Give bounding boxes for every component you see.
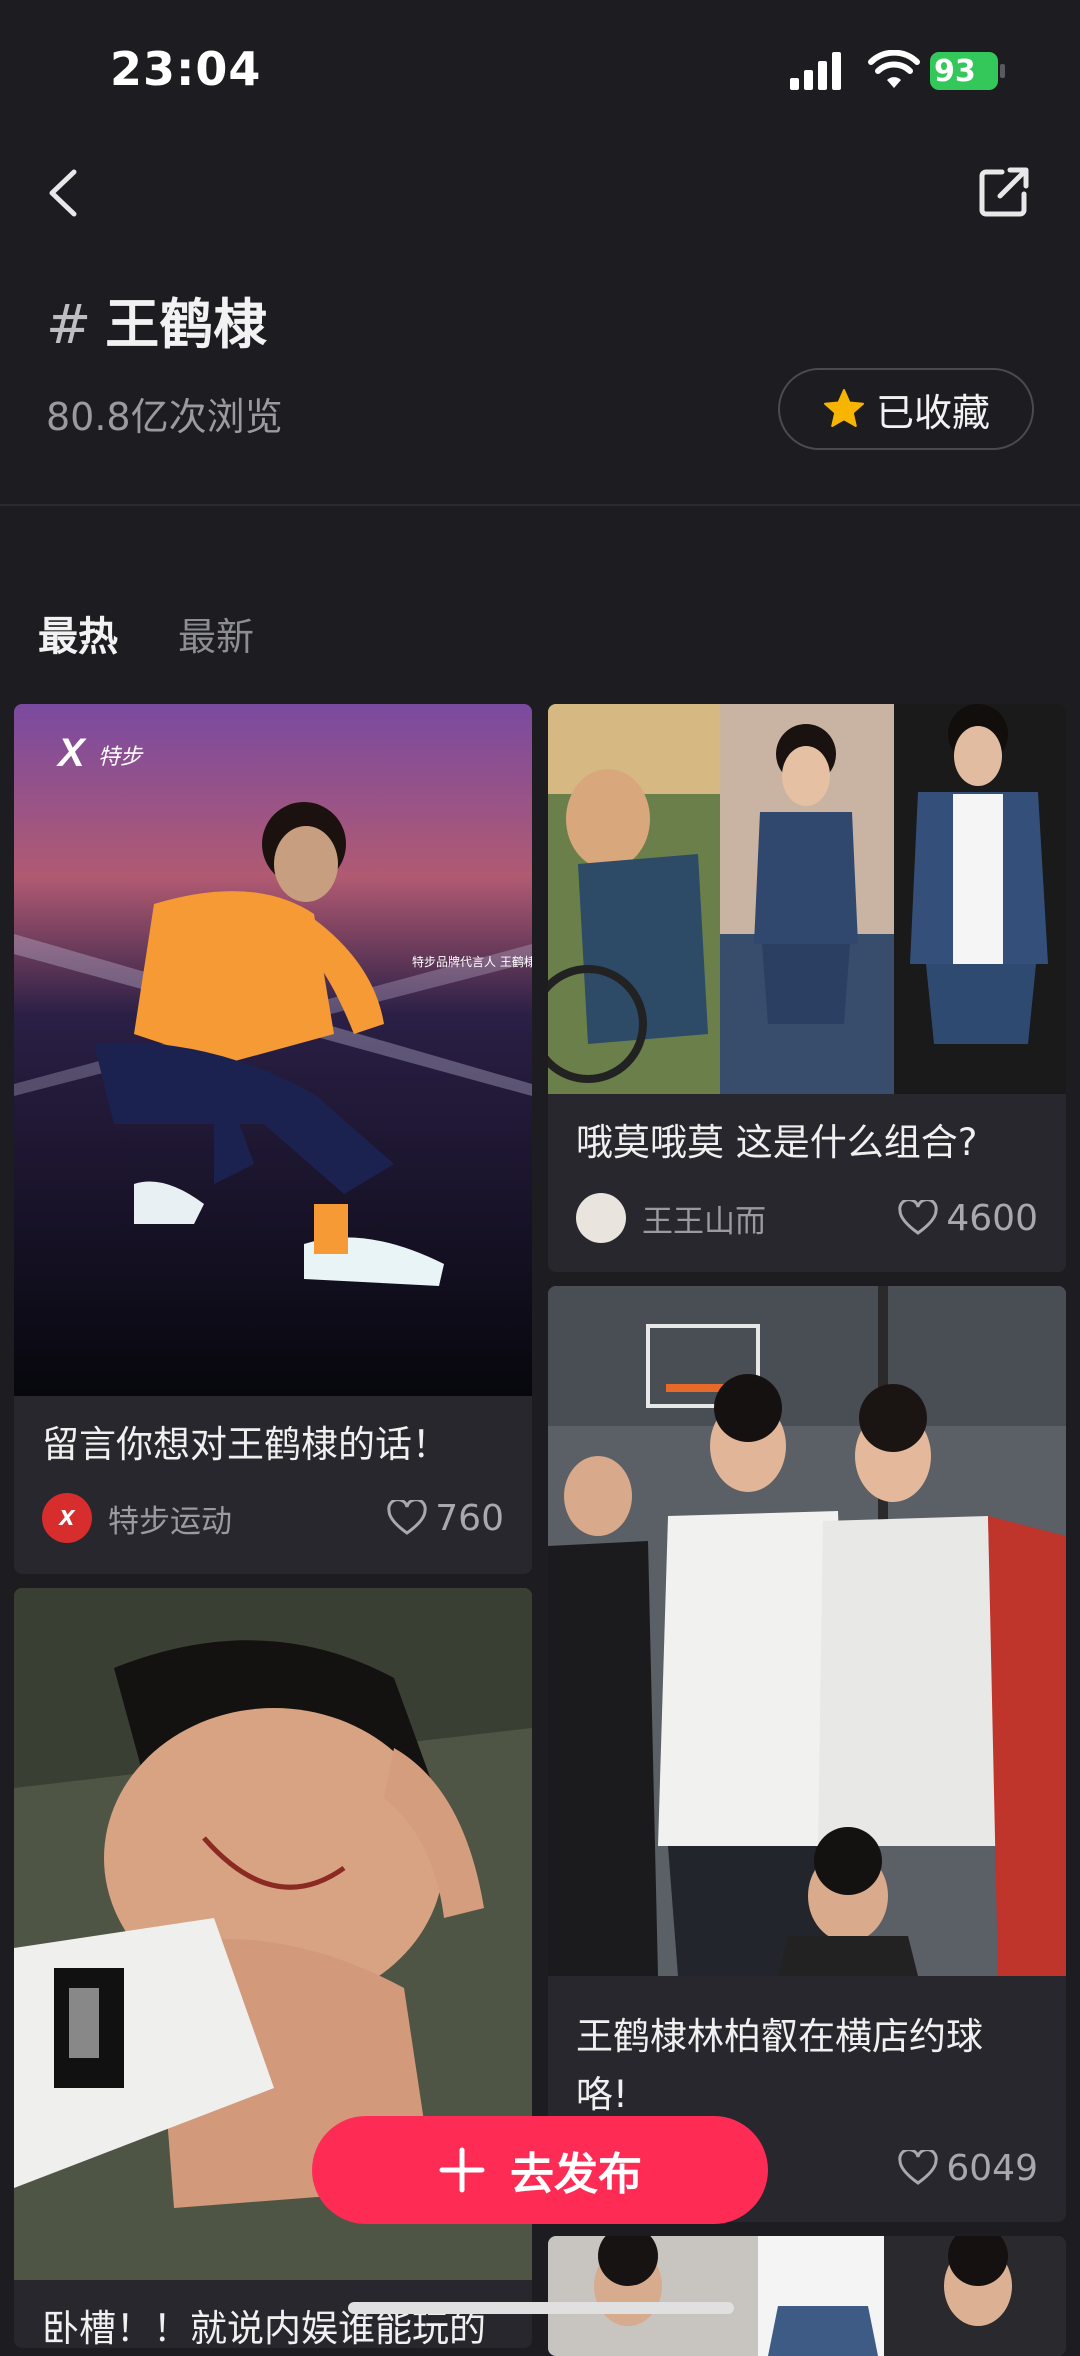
- like-number: 760: [435, 1497, 504, 1539]
- home-indicator[interactable]: [348, 2302, 734, 2314]
- author-name: 特步运动: [108, 1503, 232, 1540]
- post-title: 王鹤棣林柏叡在横店约球 咯!: [576, 2008, 983, 2124]
- heart-icon: [898, 1200, 939, 1235]
- tab-hottest[interactable]: 最热: [38, 604, 118, 662]
- heart-icon: [387, 1500, 427, 1535]
- signal-icon: [790, 52, 841, 90]
- post-image: [548, 2236, 1066, 2356]
- plus-icon: [439, 2147, 485, 2193]
- like-number: 4600: [946, 1197, 1038, 1239]
- favorite-label: 已收藏: [875, 390, 990, 435]
- heart-icon: [898, 2150, 939, 2185]
- header-divider: [0, 504, 1080, 506]
- post-title: 留言你想对王鹤棣的话！: [42, 1423, 449, 1466]
- post-image: X 特步 特步品牌代言人 王鹤棣: [14, 704, 532, 1396]
- like-count[interactable]: 4600: [898, 1198, 1038, 1239]
- view-count: 80.8亿次浏览: [46, 395, 283, 439]
- star-icon: [823, 389, 864, 427]
- status-time: 23:04: [110, 42, 262, 96]
- author-name: 王王山而: [642, 1203, 766, 1240]
- publish-label: 去发布: [510, 2149, 642, 2200]
- like-count[interactable]: 760: [387, 1498, 504, 1539]
- publish-button[interactable]: 去发布: [312, 2116, 768, 2224]
- post-title-line: 王鹤棣林柏叡在横店约球: [576, 2015, 983, 2058]
- topic-name: 王鹤棣: [105, 293, 268, 356]
- post-card[interactable]: X 特步 特步品牌代言人 王鹤棣 留言你想对王鹤棣的话！ X 特步运动 760: [14, 704, 532, 1574]
- post-card[interactable]: 王鹤棣林柏叡在横店约球 咯! 城娱乐 6049: [548, 1286, 1066, 2222]
- brand-logo: X: [56, 731, 87, 775]
- post-title: 哦莫哦莫 这是什么组合?: [576, 1121, 978, 1164]
- post-card[interactable]: [548, 2236, 1066, 2356]
- post-image: [548, 704, 1066, 1094]
- back-arrow-icon[interactable]: [44, 168, 84, 218]
- post-card[interactable]: 哦莫哦莫 这是什么组合? 王王山而 4600: [548, 704, 1066, 1272]
- favorite-button[interactable]: 已收藏: [778, 368, 1034, 450]
- share-icon[interactable]: [976, 164, 1032, 220]
- like-count[interactable]: 6049: [898, 2148, 1038, 2189]
- wifi-icon: [868, 50, 920, 88]
- tab-newest[interactable]: 最新: [178, 606, 254, 661]
- svg-text:特步品牌代言人 王鹤棣: 特步品牌代言人 王鹤棣: [412, 954, 532, 969]
- battery-level: 93: [934, 54, 976, 89]
- post-image: [548, 1286, 1066, 1976]
- author-avatar: X: [42, 1493, 92, 1543]
- svg-text:特步: 特步: [98, 745, 144, 770]
- like-number: 6049: [946, 2147, 1038, 2189]
- battery-icon: 93: [930, 52, 1006, 90]
- post-card[interactable]: 卧槽！！就说内娱谁能玩的: [14, 1588, 532, 2348]
- hash-symbol: #: [46, 293, 92, 356]
- topic-title: # 王鹤棣: [46, 280, 267, 359]
- author-avatar: [576, 1193, 626, 1243]
